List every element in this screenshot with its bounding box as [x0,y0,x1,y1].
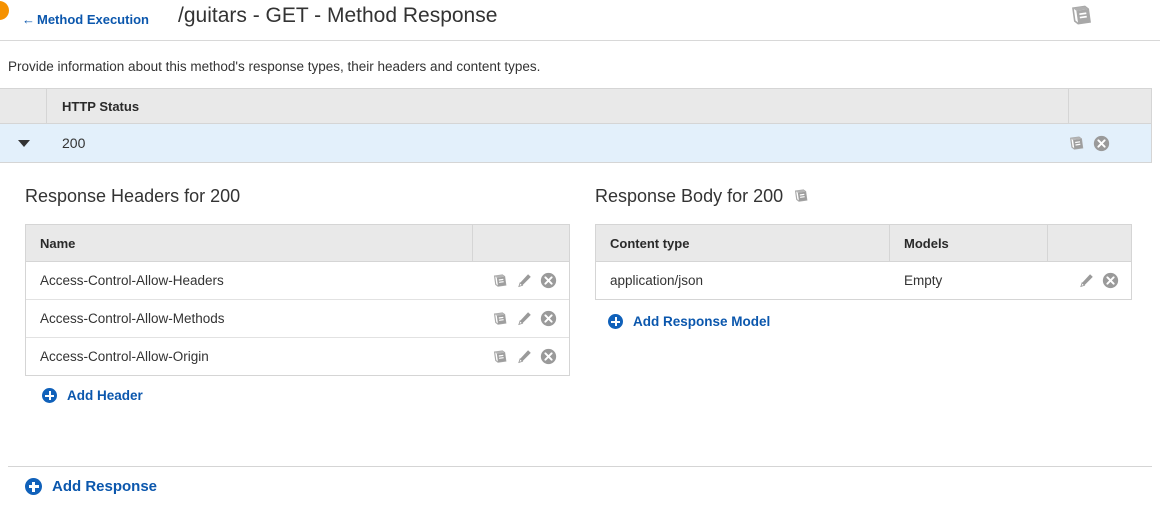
header-name-value: Access-Control-Allow-Origin [40,349,209,364]
footer-divider [8,466,1152,467]
response-body-table-header: Content type Models [596,225,1131,262]
edit-icon[interactable] [516,272,533,289]
breadcrumb-label: Method Execution [37,12,149,27]
table-row[interactable]: 200 [0,124,1151,162]
actions-column-header [1048,225,1131,261]
actions-column-header [1068,89,1151,123]
response-headers-heading: Response Headers for 200 [25,186,241,206]
book-icon[interactable] [492,310,509,327]
header-name-value: Access-Control-Allow-Methods [40,311,225,326]
delete-icon[interactable] [540,348,557,365]
http-status-table-header: HTTP Status [0,89,1151,124]
header-row-actions [473,310,569,327]
toggle-column-header [0,89,47,123]
content-type-column-header: Content type [596,225,890,261]
header-name-value: Access-Control-Allow-Headers [40,273,224,288]
book-icon[interactable] [793,187,810,204]
response-body-table: Content type Models application/json Emp… [595,224,1132,300]
delete-icon[interactable] [540,272,557,289]
edit-icon[interactable] [516,310,533,327]
delete-icon[interactable] [1093,135,1110,152]
models-column-header: Models [890,225,1048,261]
add-response-label: Add Response [52,478,158,495]
plus-circle-icon [25,478,42,495]
name-column-header: Name [26,225,473,261]
page-header-bar: ← Method Execution /guitars - GET - Metho… [0,0,1160,41]
model-value: Empty [904,273,943,288]
add-header-button[interactable]: Add Header [42,388,143,403]
body-row-actions [1048,272,1131,289]
status-row-actions [1068,134,1151,152]
http-status-column-header: HTTP Status [62,98,140,114]
book-icon[interactable] [1069,2,1095,28]
table-row: Access-Control-Allow-Headers [26,262,569,300]
plus-circle-icon [42,388,57,403]
delete-icon[interactable] [540,310,557,327]
brand-dot-icon [0,1,9,20]
table-row: application/json Empty [596,262,1131,299]
header-row-actions [473,348,569,365]
response-headers-table: Name Access-Control-Allow-Headers Access… [25,224,570,376]
table-row: Access-Control-Allow-Methods [26,300,569,338]
delete-icon[interactable] [1102,272,1119,289]
book-icon[interactable] [1068,134,1086,152]
response-headers-table-header: Name [26,225,569,262]
add-response-model-label: Add Response Model [633,314,771,329]
response-body-heading: Response Body for 200 [595,186,810,207]
book-icon[interactable] [492,348,509,365]
breadcrumb-method-execution-link[interactable]: ← Method Execution [22,12,149,27]
page-title: /guitars - GET - Method Response [178,4,498,27]
http-status-table: HTTP Status 200 [0,88,1152,163]
edit-icon[interactable] [1078,272,1095,289]
add-response-button[interactable]: Add Response [25,478,157,495]
back-arrow-icon: ← [22,12,35,27]
page-description: Provide information about this method's … [8,59,541,74]
response-body-heading-label: Response Body for 200 [595,186,784,206]
expand-toggle-button[interactable] [0,139,47,147]
add-response-model-button[interactable]: Add Response Model [608,314,770,329]
header-row-actions [473,272,569,289]
table-row: Access-Control-Allow-Origin [26,338,569,375]
caret-down-icon [17,139,30,147]
book-icon[interactable] [492,272,509,289]
add-header-label: Add Header [67,388,143,403]
status-code-value: 200 [62,135,86,151]
actions-column-header [473,225,569,261]
edit-icon[interactable] [516,348,533,365]
content-type-value: application/json [610,273,704,288]
plus-circle-icon [608,314,623,329]
